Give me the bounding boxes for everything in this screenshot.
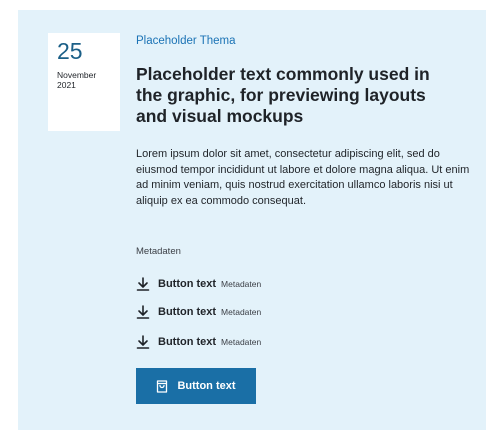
shopping-bag-icon: [156, 379, 168, 393]
date-day: 25: [57, 38, 83, 64]
topic-link[interactable]: Placeholder Thema: [136, 34, 236, 48]
date-badge: 25 November 2021: [48, 33, 120, 131]
teaser-card: 25 November 2021 Placeholder Thema Place…: [18, 10, 486, 430]
download-label: Button text: [158, 306, 217, 318]
download-label: Button text: [158, 336, 217, 348]
download-metadata: Metadaten: [221, 337, 262, 347]
download-metadata: Metadaten: [221, 279, 262, 289]
download-link-3[interactable]: Button text Metadaten: [136, 334, 261, 350]
article-body: Lorem ipsum dolor sit amet, consectetur …: [136, 148, 470, 207]
article-headline: Placeholder text commonly used in the gr…: [136, 64, 430, 126]
download-link-1[interactable]: Button text Metadaten: [136, 276, 261, 292]
download-metadata: Metadaten: [221, 307, 262, 317]
date-year: 2021: [57, 80, 76, 90]
primary-action-button[interactable]: Button text: [136, 368, 256, 404]
download-icon: [136, 305, 150, 319]
download-icon: [136, 335, 150, 349]
download-link-2[interactable]: Button text Metadaten: [136, 304, 261, 320]
date-month: November: [57, 70, 97, 80]
primary-button-label: Button text: [177, 380, 236, 392]
download-icon: [136, 277, 150, 291]
download-label: Button text: [158, 278, 217, 290]
article-metadata: Metadaten: [136, 246, 181, 257]
